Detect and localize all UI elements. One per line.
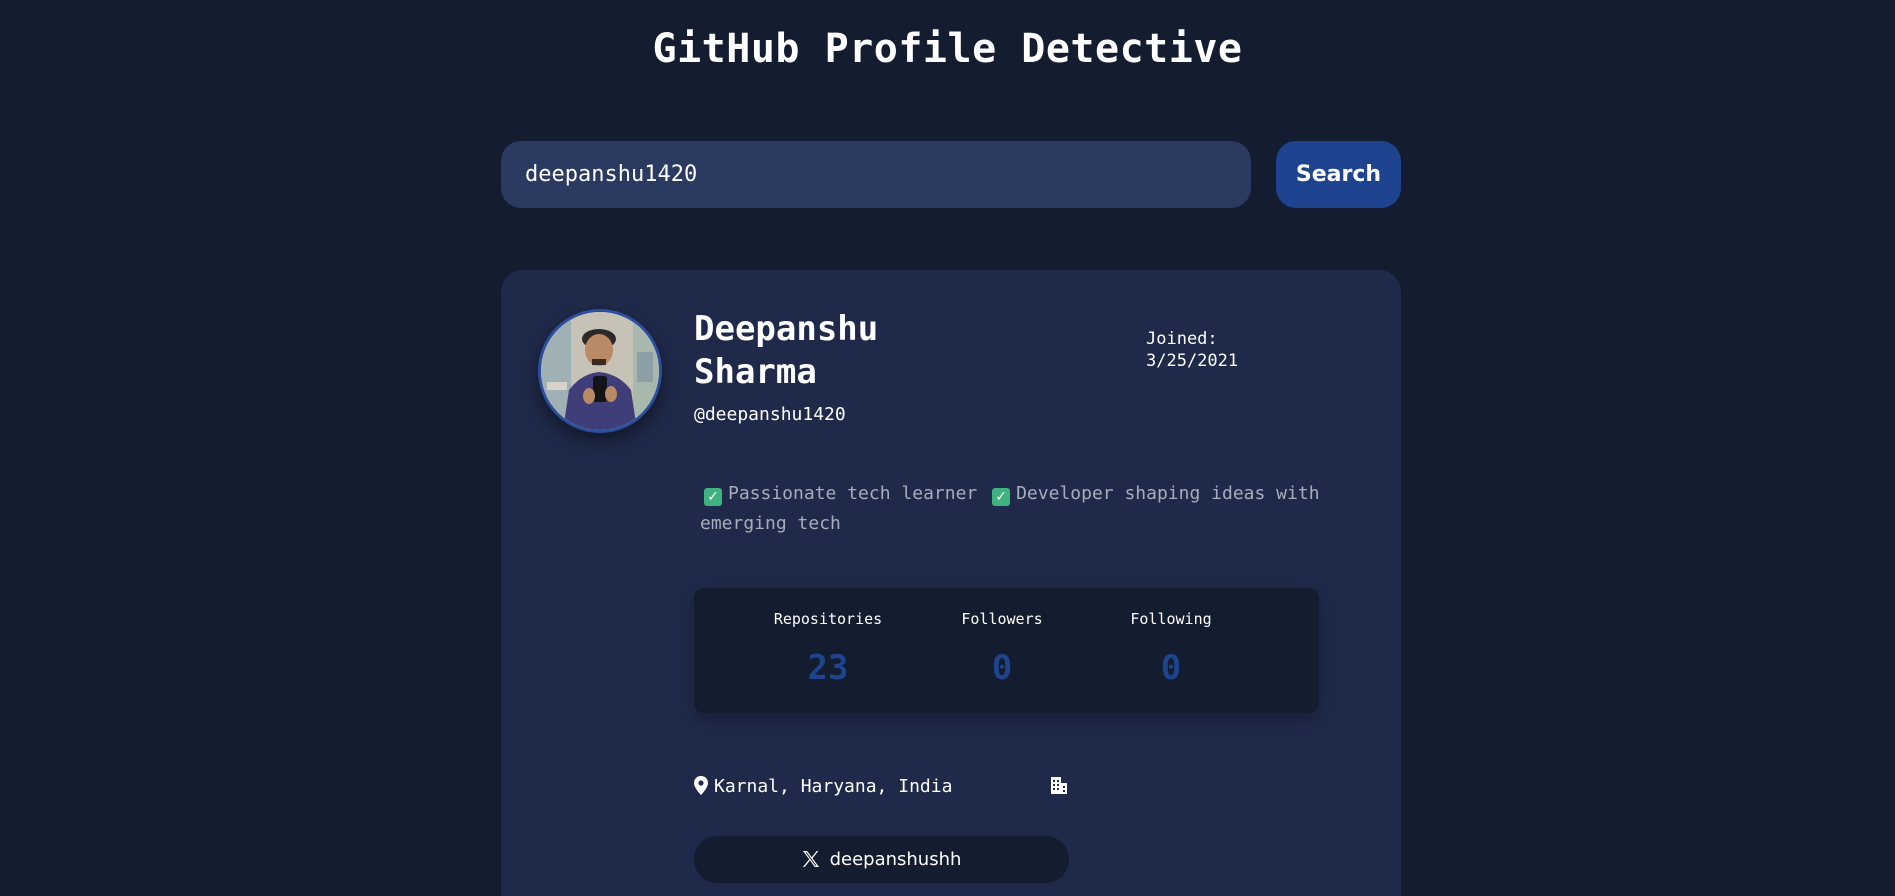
x-logo-icon [802, 851, 819, 867]
joined-date-block: Joined: 3/25/2021 [1146, 328, 1266, 372]
location-text: Karnal, Haryana, India [714, 776, 953, 797]
stat-repositories: Repositories 23 [756, 588, 900, 713]
stat-followers: Followers 0 [952, 588, 1052, 713]
stat-value: 0 [1160, 648, 1182, 688]
joined-date: 3/25/2021 [1146, 351, 1239, 371]
search-input[interactable] [501, 141, 1251, 208]
check-box-icon: ✓ [704, 488, 722, 506]
joined-label: Joined: [1146, 329, 1218, 349]
stat-following: Following 0 [1121, 588, 1221, 713]
profile-login: @deepanshu1420 [694, 404, 846, 425]
twitter-handle: deepanshushh [829, 849, 962, 870]
stat-value: 0 [991, 648, 1013, 688]
search-bar: Search [501, 141, 1401, 208]
avatar [538, 309, 662, 433]
twitter-link[interactable]: deepanshushh [694, 836, 1069, 883]
stat-label: Followers [961, 610, 1043, 628]
stat-label: Repositories [773, 610, 883, 628]
profile-location: Karnal, Haryana, India [694, 775, 952, 799]
profile-card: Deepanshu Sharma @deepanshu1420 Joined: … [501, 270, 1401, 896]
map-pin-icon [694, 776, 708, 795]
stat-value: 23 [807, 648, 849, 688]
page-title: GitHub Profile Detective [652, 26, 1243, 72]
profile-name: Deepanshu Sharma [694, 309, 879, 392]
profile-bio: ✓ Passionate tech learner ✓ Developer shap… [700, 479, 1340, 539]
search-button[interactable]: Search [1276, 141, 1401, 208]
building-icon [1051, 777, 1067, 794]
stat-label: Following [1130, 610, 1212, 628]
stats-panel: Repositories 23 Followers 0 Following 0 [694, 588, 1319, 713]
bio-part-1: Passionate tech learner [728, 483, 978, 504]
page: GitHub Profile Detective Search Deepansh… [0, 0, 1895, 896]
avatar-image [541, 312, 659, 430]
check-box-icon: ✓ [992, 488, 1011, 506]
